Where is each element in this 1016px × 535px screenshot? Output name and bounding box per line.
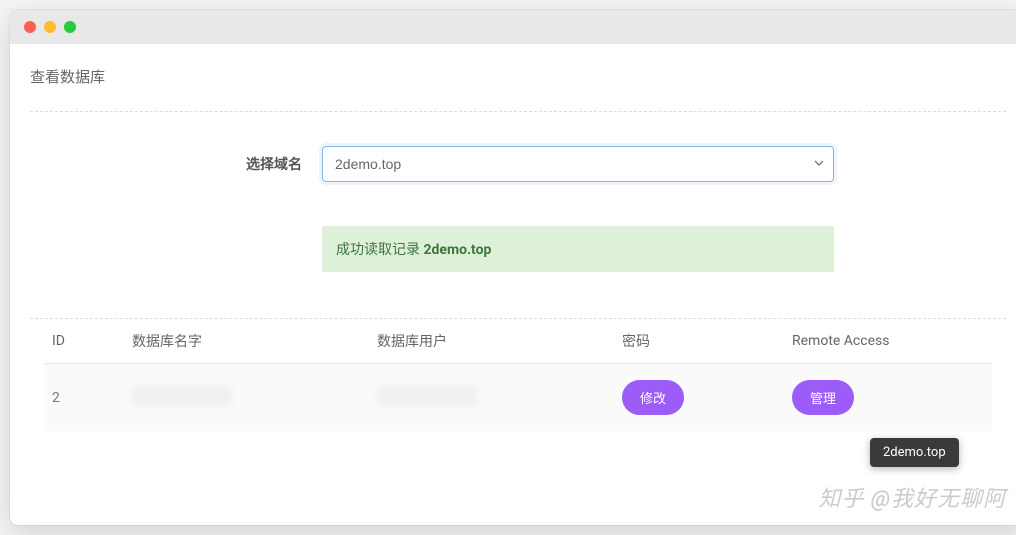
col-header-password: 密码 <box>614 319 784 364</box>
redacted-name <box>132 386 232 406</box>
table-row: 2 修改 管理 <box>44 364 992 432</box>
titlebar <box>10 10 1016 44</box>
app-window: 查看数据库 选择域名 2demo.top 成功读取记录 2demo.top <box>10 10 1016 525</box>
table-wrap: ID 数据库名字 数据库用户 密码 Remote Access 2 修改 <box>30 319 1006 431</box>
manage-remote-button[interactable]: 管理 <box>792 380 854 415</box>
redacted-user <box>377 386 477 406</box>
tooltip: 2demo.top <box>870 438 959 467</box>
alert-domain: 2demo.top <box>423 242 491 258</box>
content-area: 查看数据库 选择域名 2demo.top 成功读取记录 2demo.top <box>10 44 1016 431</box>
domain-select[interactable]: 2demo.top <box>322 146 834 182</box>
cell-name <box>124 364 369 432</box>
success-alert: 成功读取记录 2demo.top <box>322 226 834 272</box>
cell-password: 修改 <box>614 364 784 432</box>
col-header-id: ID <box>44 319 124 364</box>
col-header-user: 数据库用户 <box>369 319 614 364</box>
table-header-row: ID 数据库名字 数据库用户 密码 Remote Access <box>44 319 992 364</box>
modify-password-button[interactable]: 修改 <box>622 380 684 415</box>
domain-label: 选择域名 <box>30 154 322 174</box>
maximize-icon[interactable] <box>64 21 76 33</box>
cell-user <box>369 364 614 432</box>
database-table: ID 数据库名字 数据库用户 密码 Remote Access 2 修改 <box>44 319 992 431</box>
cell-id: 2 <box>44 364 124 432</box>
page-title: 查看数据库 <box>30 66 1006 111</box>
alert-row: 成功读取记录 2demo.top <box>30 182 1006 272</box>
alert-prefix: 成功读取记录 <box>336 242 423 258</box>
domain-select-row: 选择域名 2demo.top <box>30 112 1006 182</box>
minimize-icon[interactable] <box>44 21 56 33</box>
close-icon[interactable] <box>24 21 36 33</box>
col-header-remote: Remote Access <box>784 319 992 364</box>
domain-select-wrap: 2demo.top <box>322 146 834 182</box>
watermark: 知乎 @我好无聊阿 <box>818 481 1006 513</box>
cell-remote: 管理 <box>784 364 992 432</box>
col-header-name: 数据库名字 <box>124 319 369 364</box>
